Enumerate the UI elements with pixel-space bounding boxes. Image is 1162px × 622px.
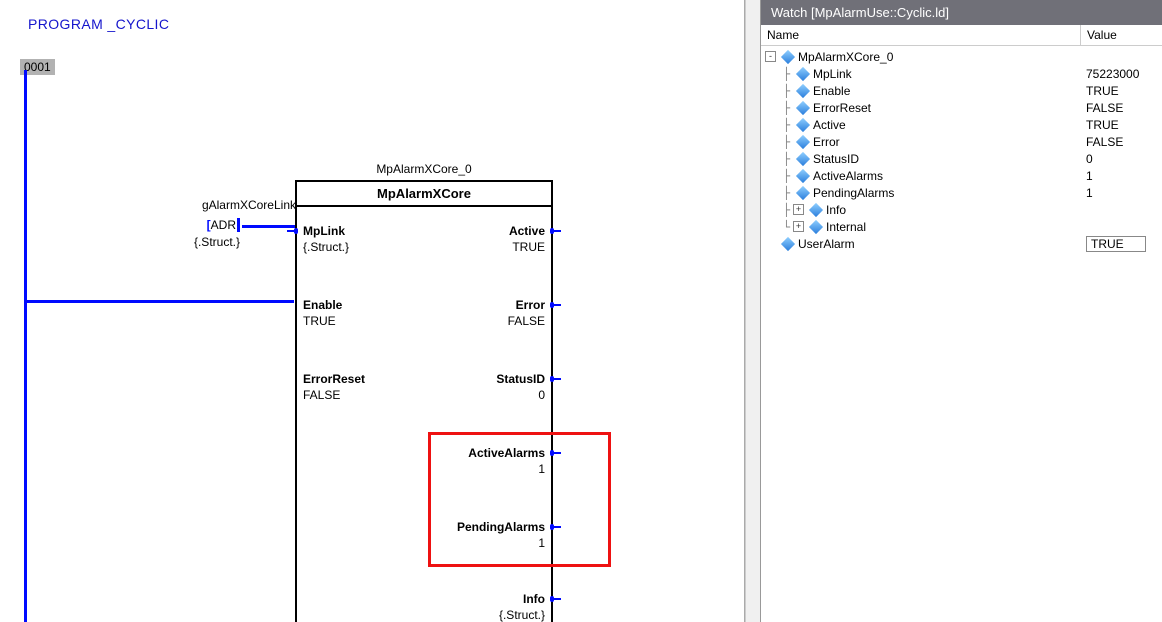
- watch-col-name[interactable]: Name: [761, 25, 1081, 45]
- watch-row[interactable]: - MpAlarmXCore_0: [761, 48, 1162, 65]
- fb-out-error-val: FALSE: [508, 314, 545, 328]
- tree-branch-icon: ├: [779, 169, 793, 183]
- fb-out-statusid-val: 0: [538, 388, 545, 402]
- pin-out-error[interactable]: [553, 304, 561, 306]
- fb-out-info: Info: [523, 592, 545, 606]
- watch-title: Watch [MpAlarmUse::Cyclic.ld]: [761, 0, 1162, 25]
- watch-var-value: 1: [1086, 169, 1162, 183]
- watch-row[interactable]: ├ ActiveTRUE: [761, 116, 1162, 133]
- watch-row[interactable]: └+ Internal: [761, 218, 1162, 235]
- tree-branch-icon: ├: [779, 203, 793, 217]
- variable-icon: [796, 100, 810, 114]
- variable-icon: [781, 49, 795, 63]
- watch-row[interactable]: ├ MpLink75223000: [761, 65, 1162, 82]
- variable-icon: [781, 236, 795, 250]
- adr-type: {.Struct.}: [194, 235, 240, 249]
- watch-tree[interactable]: -MpAlarmXCore_0├MpLink75223000├EnableTRU…: [761, 46, 1162, 254]
- fb-in-errorreset: ErrorReset: [303, 372, 365, 386]
- pin-out-statusid[interactable]: [553, 378, 561, 380]
- watch-var-name: Internal: [826, 220, 1086, 234]
- watch-var-name: UserAlarm: [798, 237, 1086, 251]
- fb-in-enable-val: TRUE: [303, 314, 336, 328]
- watch-panel: Watch [MpAlarmUse::Cyclic.ld] Name Value…: [761, 0, 1162, 622]
- fb-in-errorreset-val: FALSE: [303, 388, 340, 402]
- watch-row[interactable]: ├ EnableTRUE: [761, 82, 1162, 99]
- watch-var-value: 1: [1086, 186, 1162, 200]
- tree-branch-icon: ├: [779, 118, 793, 132]
- watch-var-value: 0: [1086, 152, 1162, 166]
- ladder-branch: [24, 300, 294, 303]
- watch-var-value: TRUE: [1086, 118, 1162, 132]
- tree-branch-icon: ├: [779, 101, 793, 115]
- scrollbar-vertical[interactable]: [745, 0, 761, 622]
- highlight-box: [428, 432, 611, 567]
- tree-branch-icon: ├: [779, 84, 793, 98]
- watch-var-name: Enable: [813, 84, 1086, 98]
- watch-col-value[interactable]: Value: [1080, 25, 1162, 45]
- watch-var-value: TRUE: [1086, 84, 1162, 98]
- watch-row[interactable]: ├ StatusID0: [761, 150, 1162, 167]
- variable-icon: [809, 219, 823, 233]
- variable-icon: [796, 185, 810, 199]
- ladder-editor[interactable]: PROGRAM _CYCLIC 0001 gAlarmXCoreLink ADR…: [0, 0, 745, 622]
- watch-var-value[interactable]: TRUE: [1086, 236, 1162, 252]
- watch-var-name: PendingAlarms: [813, 186, 1086, 200]
- fb-in-enable: Enable: [303, 298, 342, 312]
- variable-icon: [796, 66, 810, 80]
- watch-var-name: ErrorReset: [813, 101, 1086, 115]
- watch-var-name: Active: [813, 118, 1086, 132]
- watch-var-name: Info: [826, 203, 1086, 217]
- adr-wire: [242, 225, 297, 228]
- adr-input-block[interactable]: gAlarmXCoreLink ADR {.Struct.}: [172, 198, 296, 288]
- fb-out-active: Active: [509, 224, 545, 238]
- program-title: PROGRAM _CYCLIC: [28, 16, 169, 32]
- variable-icon: [796, 151, 810, 165]
- ladder-rail: [24, 70, 27, 622]
- adr-var-label: gAlarmXCoreLink: [202, 198, 296, 212]
- watch-var-name: ActiveAlarms: [813, 169, 1086, 183]
- fb-out-error: Error: [516, 298, 545, 312]
- collapse-icon[interactable]: -: [765, 51, 776, 62]
- watch-row[interactable]: ├+ Info: [761, 201, 1162, 218]
- watch-header: Name Value: [761, 25, 1162, 46]
- tree-branch-icon: └: [779, 220, 793, 234]
- expand-icon[interactable]: +: [793, 221, 804, 232]
- variable-icon: [796, 117, 810, 131]
- watch-row[interactable]: ├ ActiveAlarms1: [761, 167, 1162, 184]
- fb-instance-name: MpAlarmXCore_0: [295, 162, 553, 176]
- watch-var-value: 75223000: [1086, 67, 1162, 81]
- fb-in-mplink: MpLink: [303, 224, 345, 238]
- variable-icon: [796, 168, 810, 182]
- variable-icon: [796, 83, 810, 97]
- variable-icon: [796, 134, 810, 148]
- adr-box: ADR: [207, 218, 240, 232]
- tree-branch-icon: ├: [779, 67, 793, 81]
- pin-out-active[interactable]: [553, 230, 561, 232]
- watch-row[interactable]: ├ ErrorFALSE: [761, 133, 1162, 150]
- expand-icon[interactable]: +: [793, 204, 804, 215]
- watch-row[interactable]: ├ PendingAlarms1: [761, 184, 1162, 201]
- tree-branch-icon: ├: [779, 135, 793, 149]
- watch-row[interactable]: ├ ErrorResetFALSE: [761, 99, 1162, 116]
- pin-in-mplink[interactable]: [287, 230, 295, 232]
- fb-out-info-val: {.Struct.}: [499, 608, 545, 622]
- watch-var-name: MpAlarmXCore_0: [798, 50, 1086, 64]
- fb-out-active-val: TRUE: [512, 240, 545, 254]
- pin-out-info[interactable]: [553, 598, 561, 600]
- watch-var-value: FALSE: [1086, 135, 1162, 149]
- watch-var-name: StatusID: [813, 152, 1086, 166]
- watch-row[interactable]: UserAlarmTRUE: [761, 235, 1162, 252]
- tree-branch-icon: ├: [779, 186, 793, 200]
- fb-in-mplink-val: {.Struct.}: [303, 240, 349, 254]
- tree-branch-icon: ├: [779, 152, 793, 166]
- fb-type-name: MpAlarmXCore: [297, 182, 551, 207]
- watch-var-name: MpLink: [813, 67, 1086, 81]
- watch-var-name: Error: [813, 135, 1086, 149]
- watch-var-value: FALSE: [1086, 101, 1162, 115]
- fb-out-statusid: StatusID: [496, 372, 545, 386]
- variable-icon: [809, 202, 823, 216]
